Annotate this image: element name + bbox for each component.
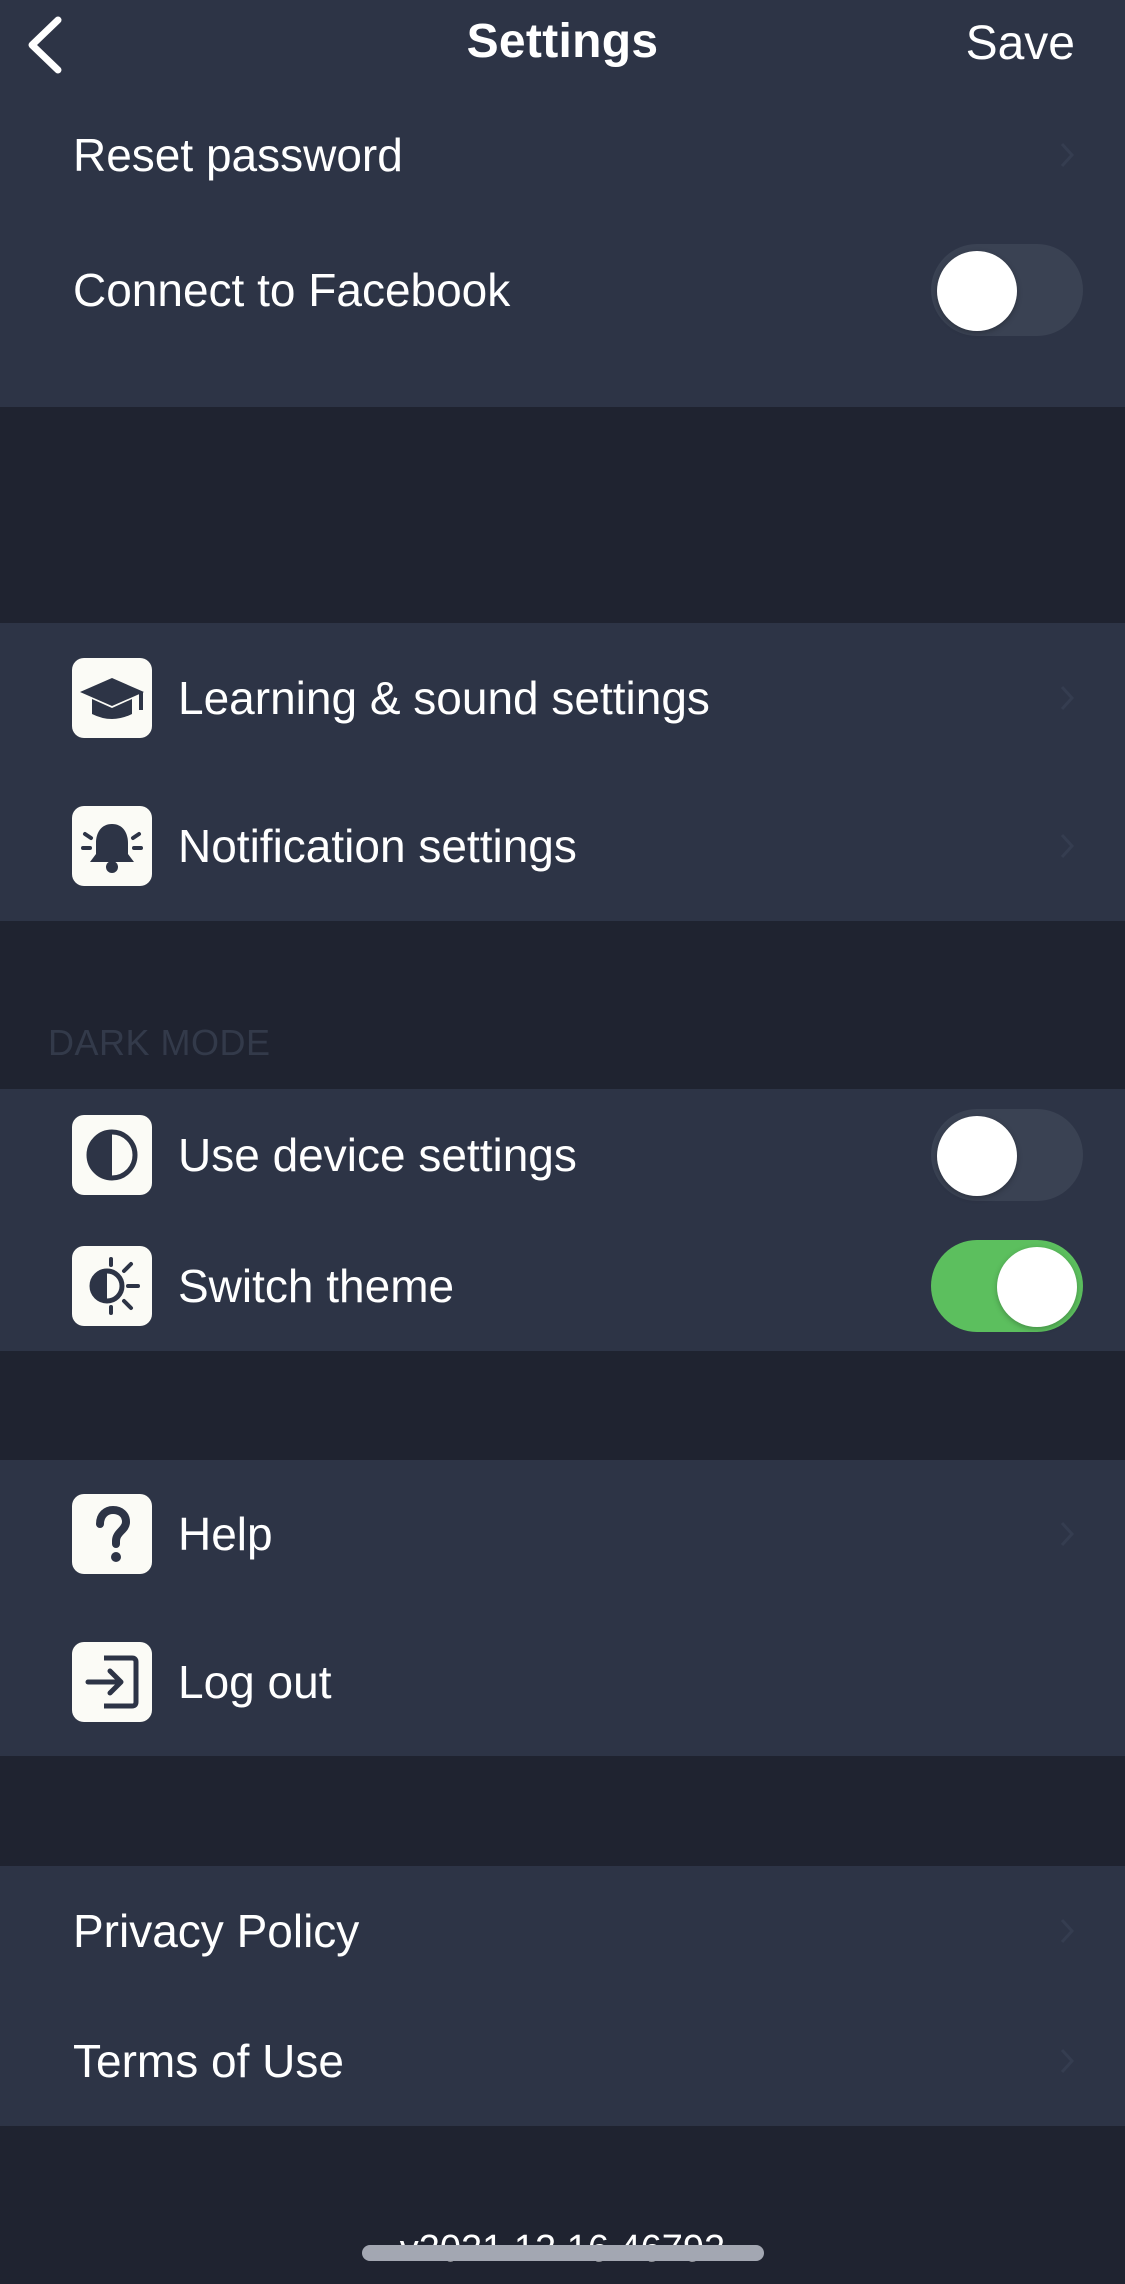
use-device-settings-row: Use device settings xyxy=(0,1089,1125,1221)
help-label: Help xyxy=(178,1508,273,1560)
log-out-row[interactable]: Log out xyxy=(0,1608,1125,1756)
notification-settings-label: Notification settings xyxy=(178,820,577,872)
toggle-knob xyxy=(997,1247,1077,1327)
chevron-right-icon xyxy=(1060,1521,1075,1547)
chevron-right-icon xyxy=(1060,2048,1075,2074)
toggle-knob xyxy=(937,251,1017,331)
account-group: Reset password Connect to Facebook xyxy=(0,95,1125,407)
chevron-right-icon xyxy=(1060,833,1075,859)
chevron-right-icon xyxy=(1060,142,1075,168)
nav-bar: Settings Save xyxy=(0,0,1125,95)
theme-sun-icon xyxy=(72,1246,152,1326)
connect-facebook-row: Connect to Facebook xyxy=(0,215,1125,365)
home-indicator[interactable] xyxy=(362,2245,764,2261)
connect-facebook-toggle[interactable] xyxy=(931,244,1083,336)
switch-theme-label: Switch theme xyxy=(178,1260,455,1312)
dark-mode-group: Use device settings Switch theme xyxy=(0,1089,1125,1351)
use-device-settings-label: Use device settings xyxy=(178,1129,577,1181)
terms-of-use-label: Terms of Use xyxy=(73,2035,344,2087)
question-mark-icon xyxy=(72,1494,152,1574)
privacy-policy-row[interactable]: Privacy Policy xyxy=(0,1866,1125,1996)
learning-sound-settings-row[interactable]: Learning & sound settings xyxy=(0,623,1125,773)
connect-facebook-label: Connect to Facebook xyxy=(73,264,511,316)
chevron-right-icon xyxy=(1060,685,1075,711)
switch-theme-row: Switch theme xyxy=(0,1221,1125,1351)
terms-of-use-row[interactable]: Terms of Use xyxy=(0,1996,1125,2126)
dark-mode-section-header: DARK MODE xyxy=(48,1022,271,1063)
learning-sound-settings-label: Learning & sound settings xyxy=(178,672,710,724)
notification-settings-row[interactable]: Notification settings xyxy=(0,771,1125,921)
bell-icon xyxy=(72,806,152,886)
logout-icon xyxy=(72,1642,152,1722)
save-button[interactable]: Save xyxy=(966,16,1075,71)
legal-group: Privacy Policy Terms of Use xyxy=(0,1866,1125,2126)
toggle-knob xyxy=(937,1116,1017,1196)
chevron-right-icon xyxy=(1060,1918,1075,1944)
reset-password-label: Reset password xyxy=(73,129,403,181)
privacy-policy-label: Privacy Policy xyxy=(73,1905,360,1957)
preferences-group: Learning & sound settings Notification s… xyxy=(0,623,1125,921)
help-row[interactable]: Help xyxy=(0,1460,1125,1608)
log-out-label: Log out xyxy=(178,1656,332,1708)
switch-theme-toggle[interactable] xyxy=(931,1240,1083,1332)
use-device-settings-toggle[interactable] xyxy=(931,1109,1083,1201)
reset-password-row[interactable]: Reset password xyxy=(0,95,1125,215)
graduation-cap-icon xyxy=(72,658,152,738)
half-circle-icon xyxy=(72,1115,152,1195)
page-title: Settings xyxy=(466,15,659,68)
support-group: Help Log out xyxy=(0,1460,1125,1756)
